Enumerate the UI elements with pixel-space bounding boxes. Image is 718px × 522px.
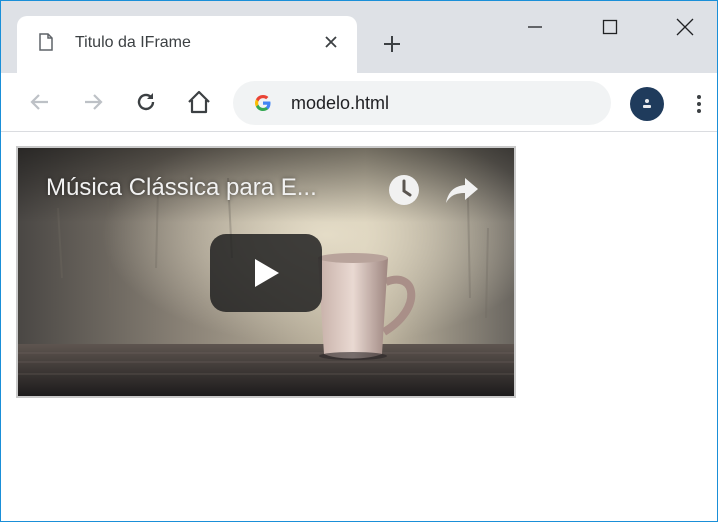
reload-icon [137,93,155,111]
tab-active[interactable]: Titulo da IFrame [17,16,357,73]
arrow-left-icon [30,94,48,110]
url-text: modelo.html [291,93,390,113]
tab-title: Titulo da IFrame [75,34,191,51]
maximize-button[interactable] [586,9,634,45]
share-button[interactable] [442,172,482,208]
play-button[interactable] [210,234,322,312]
google-icon [255,95,271,111]
close-icon [325,36,337,48]
menu-button[interactable] [689,89,709,119]
toolbar: modelo.html [1,73,717,132]
window-close-button[interactable] [661,9,709,45]
home-icon [188,90,210,114]
page-content: Música Clássica para E... [1,133,717,521]
forward-button[interactable] [78,87,108,117]
play-icon [255,259,279,287]
page-icon [39,33,53,51]
video-iframe[interactable]: Música Clássica para E... [16,146,516,398]
plus-icon [384,36,400,52]
clock-icon [389,175,419,205]
arrow-right-icon [85,94,103,110]
minimize-button[interactable] [511,9,559,45]
new-tab-button[interactable] [377,29,407,59]
tab-close-button[interactable] [319,30,343,54]
browser-window: Titulo da IFrame modelo.html Música Clás… [0,0,718,522]
video-title[interactable]: Música Clássica para E... [46,174,317,202]
avatar-icon [643,99,651,108]
avatar[interactable] [630,87,664,121]
minimize-icon [528,26,542,28]
address-bar[interactable]: modelo.html [233,81,611,125]
reload-button[interactable] [131,87,161,117]
back-button[interactable] [25,87,55,117]
share-icon [446,178,478,203]
maximize-icon [602,19,618,35]
kebab-menu-icon [697,95,701,113]
tab-strip: Titulo da IFrame [1,1,717,73]
watch-later-button[interactable] [386,172,422,208]
close-icon [676,18,694,36]
home-button[interactable] [184,87,214,117]
